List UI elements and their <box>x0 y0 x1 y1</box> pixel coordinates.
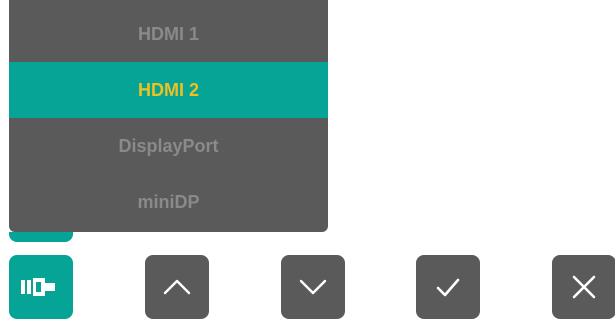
menu-item-displayport[interactable]: DisplayPort <box>9 118 328 174</box>
close-button[interactable] <box>552 255 615 319</box>
menu-item-hdmi-2[interactable]: HDMI 2 <box>9 62 328 118</box>
down-button[interactable] <box>281 255 345 319</box>
chevron-up-icon <box>163 279 191 295</box>
menu-item-label: miniDP <box>137 191 200 212</box>
close-icon <box>572 275 596 299</box>
menu-item-label: DisplayPort <box>118 135 219 156</box>
menu-item-hdmi-1[interactable]: HDMI 1 <box>9 6 328 62</box>
menu-item-label: HDMI 1 <box>137 23 199 44</box>
input-source-button[interactable] <box>9 255 73 319</box>
menu-item-minidp[interactable]: miniDP <box>9 174 328 230</box>
input-source-menu: HDMI 1 HDMI 2 DisplayPort miniDP <box>9 0 328 232</box>
chevron-down-icon <box>299 279 327 295</box>
input-source-icon <box>21 278 55 296</box>
menu-item-label: HDMI 2 <box>137 79 199 100</box>
up-button[interactable] <box>145 255 209 319</box>
active-tab-indicator <box>9 232 73 242</box>
confirm-button[interactable] <box>416 255 480 319</box>
checkmark-icon <box>436 278 460 297</box>
